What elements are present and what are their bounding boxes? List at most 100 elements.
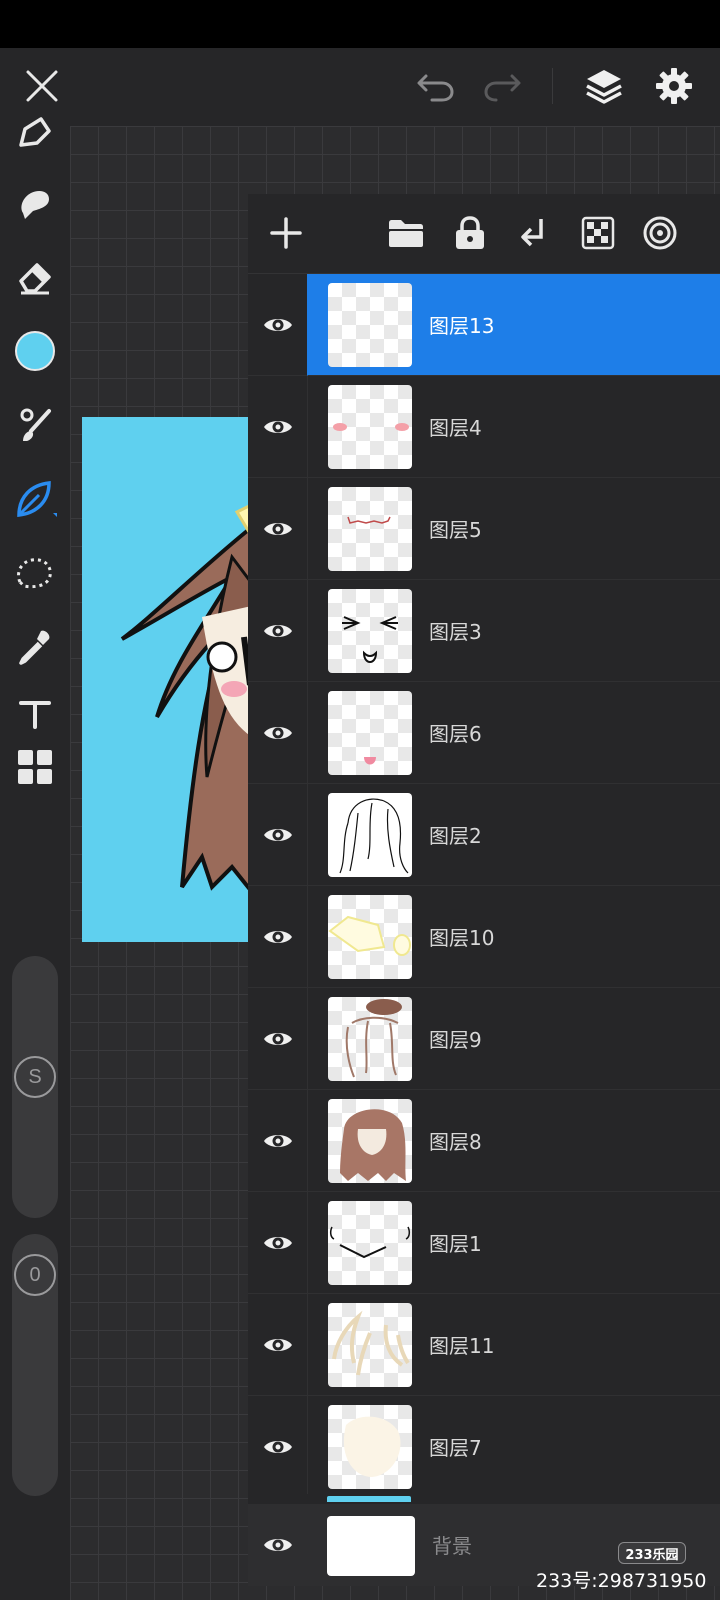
- layer-row[interactable]: 图层4: [248, 376, 720, 478]
- visibility-toggle[interactable]: [248, 1294, 307, 1396]
- layer-name: 图层13: [429, 314, 495, 338]
- layer-row[interactable]: 图层7: [248, 1396, 720, 1494]
- status-bar: [0, 0, 720, 48]
- text-tool[interactable]: [10, 688, 60, 738]
- layer-row[interactable]: 图层10: [248, 886, 720, 988]
- eye-icon: [263, 318, 292, 331]
- layer-main[interactable]: 图层4: [307, 376, 720, 478]
- layer-main[interactable]: 图层10: [307, 886, 720, 988]
- merge-down-button[interactable]: [509, 208, 559, 258]
- layer-row[interactable]: 图层5: [248, 478, 720, 580]
- drawing-app: S 0 图层13 图层4 图层5 图层3 图层6 图层2 图层10 图层9 图层…: [0, 48, 720, 1600]
- visibility-toggle[interactable]: [248, 1090, 307, 1192]
- top-toolbar: [0, 48, 720, 126]
- smudge-tool[interactable]: [10, 178, 60, 228]
- size-slider[interactable]: S: [12, 956, 58, 1218]
- visibility-toggle[interactable]: [248, 682, 307, 784]
- layer-main[interactable]: 图层5: [307, 478, 720, 580]
- layer-thumbnail: [328, 997, 412, 1081]
- layer-name: 图层4: [429, 416, 482, 440]
- layer-name: 图层6: [429, 722, 482, 746]
- eye-icon: [263, 1539, 292, 1551]
- layer-name: 图层5: [429, 518, 482, 542]
- lock-icon: [456, 216, 484, 249]
- settings-button[interactable]: [648, 60, 700, 112]
- layer-thumbnail: [328, 487, 412, 571]
- visibility-toggle[interactable]: [248, 988, 307, 1090]
- eye-icon: [263, 1032, 292, 1045]
- close-icon: [26, 70, 58, 102]
- left-toolbar: S 0: [0, 117, 70, 1600]
- eye-icon: [263, 726, 292, 739]
- layer-row[interactable]: 图层9: [248, 988, 720, 1090]
- layer-main[interactable]: 图层6: [307, 682, 720, 784]
- layer-thumbnail: [328, 283, 412, 367]
- layer-row[interactable]: 图层1: [248, 1192, 720, 1294]
- folder-icon: [389, 220, 423, 247]
- color-picker-button[interactable]: [10, 326, 60, 376]
- layer-main[interactable]: 图层11: [307, 1294, 720, 1396]
- eye-icon: [263, 828, 292, 841]
- leaf-brush-icon: [17, 481, 57, 517]
- leaf-brush-tool[interactable]: [10, 474, 60, 524]
- background-layer-name: 背景: [432, 1534, 472, 1558]
- visibility-toggle[interactable]: [248, 478, 307, 580]
- eye-icon: [263, 522, 292, 535]
- layer-row[interactable]: 图层11: [248, 1294, 720, 1396]
- layer-main[interactable]: 图层13: [307, 274, 720, 376]
- opacity-slider[interactable]: 0: [12, 1234, 58, 1496]
- visibility-toggle[interactable]: [248, 784, 307, 886]
- eyedropper-tool[interactable]: [10, 622, 60, 672]
- eyedropper-icon: [19, 630, 50, 665]
- layer-main[interactable]: 图层1: [307, 1192, 720, 1294]
- visibility-toggle[interactable]: [248, 1396, 307, 1494]
- eye-icon: [263, 1338, 292, 1351]
- merge-down-icon: [521, 219, 543, 247]
- visibility-toggle[interactable]: [248, 1192, 307, 1294]
- layer-row[interactable]: 图层6: [248, 682, 720, 784]
- lasso-tool[interactable]: [10, 548, 60, 598]
- layer-main[interactable]: 图层8: [307, 1090, 720, 1192]
- layer-main[interactable]: 图层9: [307, 988, 720, 1090]
- layer-name: 图层11: [429, 1334, 495, 1358]
- close-button[interactable]: [18, 62, 66, 110]
- visibility-toggle[interactable]: [248, 1504, 307, 1586]
- layer-row[interactable]: 图层3: [248, 580, 720, 682]
- layer-row[interactable]: 图层2: [248, 784, 720, 886]
- visibility-toggle[interactable]: [248, 580, 307, 682]
- redo-button[interactable]: [478, 62, 526, 110]
- layers-panel-toolbar: [248, 194, 720, 274]
- layer-thumbnail: [328, 1201, 412, 1285]
- add-layer-button[interactable]: [261, 208, 311, 258]
- layer-thumbnail: [328, 1405, 412, 1489]
- pen-tool[interactable]: [10, 106, 60, 156]
- eye-icon: [263, 1236, 292, 1249]
- blend-mode-button[interactable]: [635, 208, 685, 258]
- gallery-tool[interactable]: [10, 742, 60, 792]
- undo-button[interactable]: [412, 62, 460, 110]
- size-slider-knob[interactable]: S: [14, 1056, 56, 1098]
- layer-list[interactable]: 图层13 图层4 图层5 图层3 图层6 图层2 图层10 图层9 图层8 图层…: [248, 274, 720, 1494]
- transparency-lock-button[interactable]: [573, 208, 623, 258]
- visibility-toggle[interactable]: [248, 376, 307, 478]
- eye-icon: [263, 624, 292, 637]
- smudge-icon: [21, 191, 49, 219]
- lock-layer-button[interactable]: [445, 208, 495, 258]
- layer-main[interactable]: 图层2: [307, 784, 720, 886]
- background-color-thumbnail[interactable]: [327, 1516, 415, 1576]
- text-icon: [19, 701, 51, 729]
- brush-tool[interactable]: [10, 400, 60, 450]
- eraser-tool[interactable]: [10, 252, 60, 302]
- visibility-toggle[interactable]: [248, 886, 307, 988]
- transparency-icon: [581, 216, 615, 250]
- layers-button[interactable]: [578, 60, 630, 112]
- layer-row[interactable]: 图层13: [248, 274, 720, 376]
- blend-mode-icon: [643, 216, 677, 250]
- visibility-toggle[interactable]: [248, 274, 307, 376]
- layer-main[interactable]: 图层3: [307, 580, 720, 682]
- layer-main[interactable]: 图层7: [307, 1396, 720, 1494]
- eraser-icon: [19, 263, 51, 295]
- layer-group-button[interactable]: [381, 208, 431, 258]
- opacity-slider-knob[interactable]: 0: [14, 1254, 56, 1296]
- layer-row[interactable]: 图层8: [248, 1090, 720, 1192]
